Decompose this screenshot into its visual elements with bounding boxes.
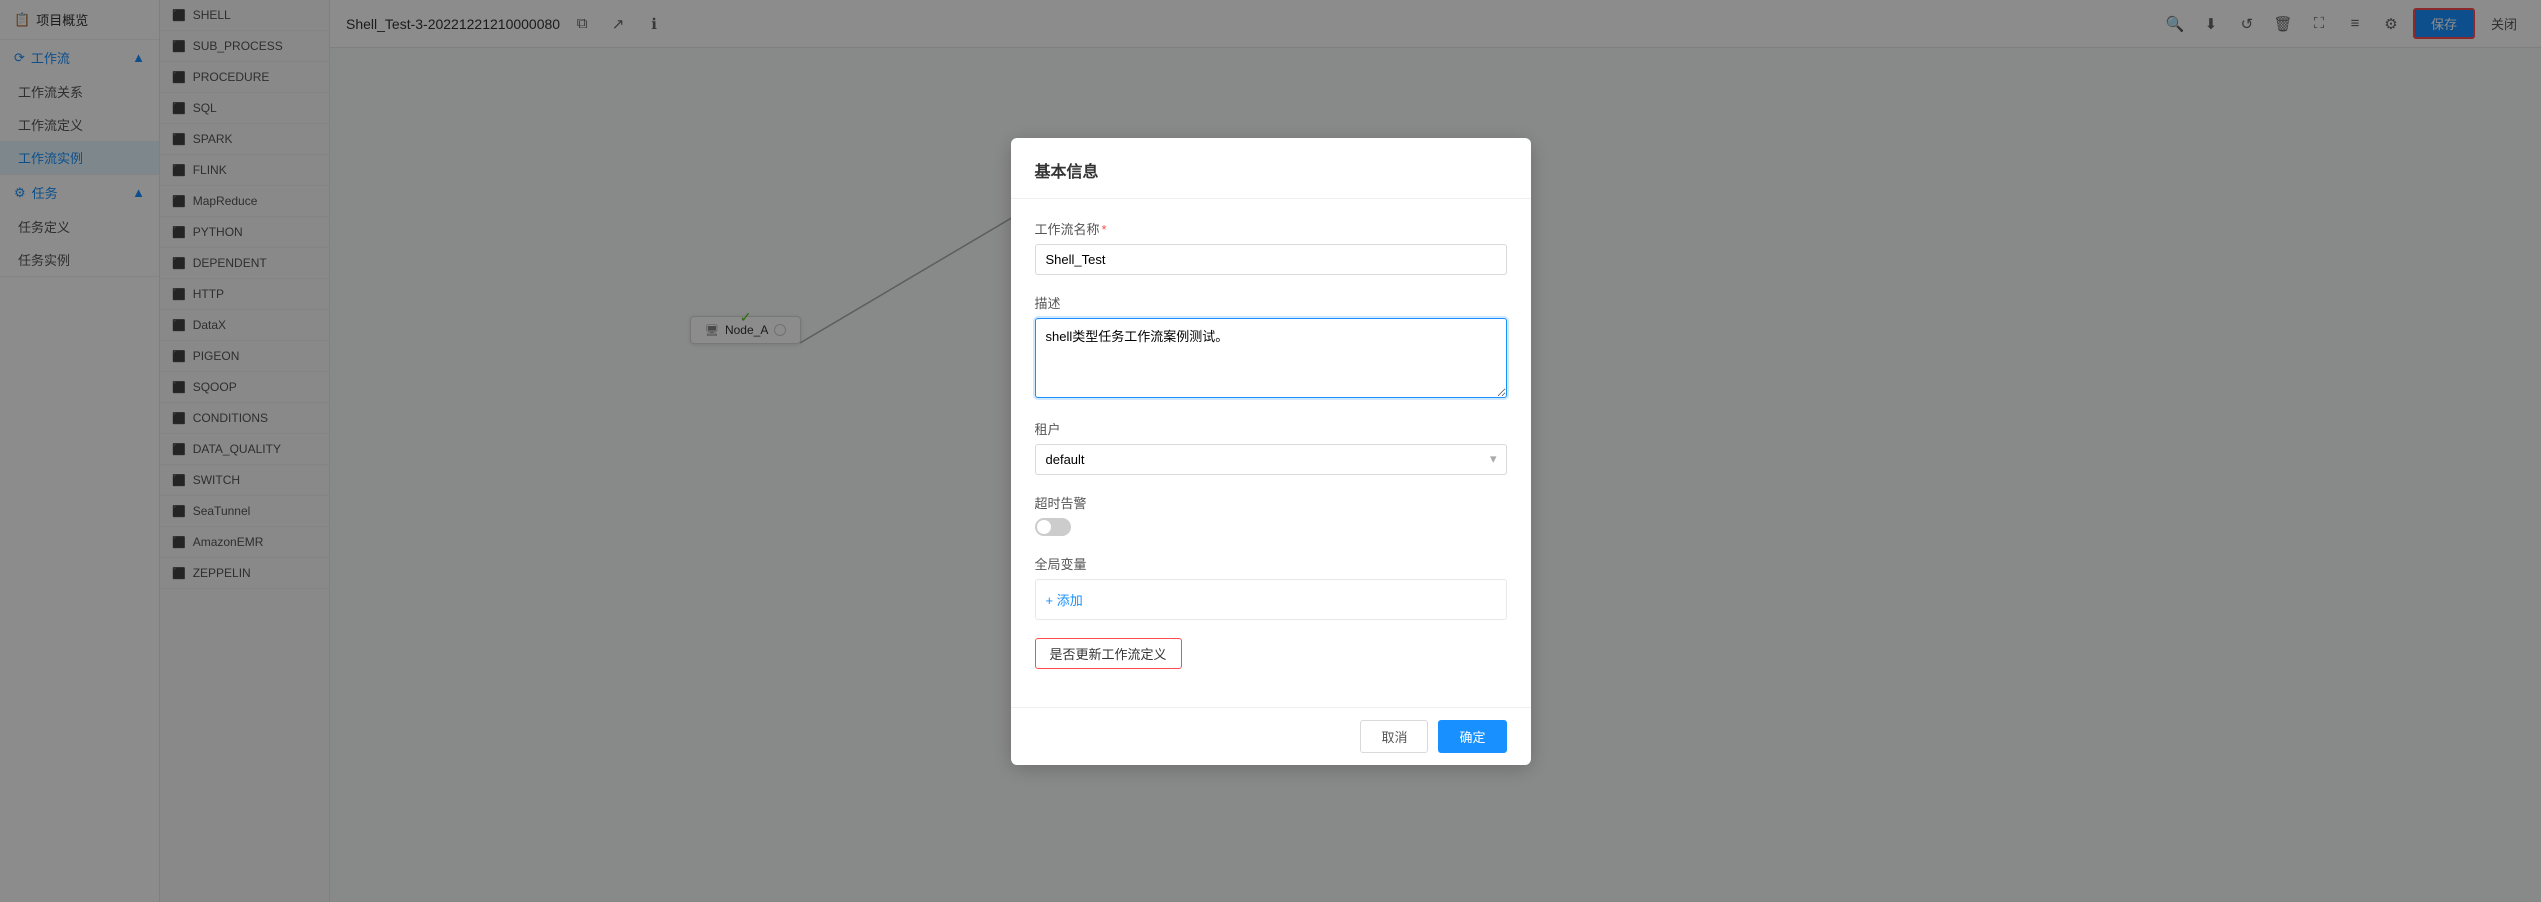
workflow-name-field: 工作流名称* xyxy=(1035,219,1507,275)
cancel-button[interactable]: 取消 xyxy=(1360,720,1428,753)
timeout-label: 超时告警 xyxy=(1035,493,1507,512)
update-definition-button[interactable]: 是否更新工作流定义 xyxy=(1035,638,1182,669)
tenant-label: 租户 xyxy=(1035,419,1507,438)
description-field: 描述 shell类型任务工作流案例测试。 xyxy=(1035,293,1507,401)
workflow-name-label: 工作流名称* xyxy=(1035,219,1507,238)
modal-overlay: 基本信息 工作流名称* 描述 shell类型任务工作流案例测试。 租户 defa… xyxy=(0,0,2541,902)
modal-title: 基本信息 xyxy=(1011,138,1531,199)
global-var-field: 全局变量 + 添加 xyxy=(1035,554,1507,620)
update-def-field: 是否更新工作流定义 xyxy=(1035,638,1507,669)
description-label: 描述 xyxy=(1035,293,1507,312)
tenant-select-wrap: default xyxy=(1035,444,1507,475)
basic-info-modal: 基本信息 工作流名称* 描述 shell类型任务工作流案例测试。 租户 defa… xyxy=(1011,138,1531,765)
modal-body: 工作流名称* 描述 shell类型任务工作流案例测试。 租户 default xyxy=(1011,199,1531,707)
tenant-select[interactable]: default xyxy=(1035,444,1507,475)
tenant-field: 租户 default xyxy=(1035,419,1507,475)
confirm-button[interactable]: 确定 xyxy=(1438,720,1506,753)
description-textarea[interactable]: shell类型任务工作流案例测试。 xyxy=(1035,318,1507,398)
modal-footer: 取消 确定 xyxy=(1011,707,1531,765)
workflow-name-input[interactable] xyxy=(1035,244,1507,275)
timeout-field: 超时告警 xyxy=(1035,493,1507,536)
add-var-button[interactable]: + 添加 xyxy=(1046,593,1083,608)
global-var-box: + 添加 xyxy=(1035,579,1507,620)
global-var-label: 全局变量 xyxy=(1035,554,1507,573)
timeout-toggle[interactable] xyxy=(1035,518,1071,536)
timeout-toggle-wrap xyxy=(1035,518,1507,536)
